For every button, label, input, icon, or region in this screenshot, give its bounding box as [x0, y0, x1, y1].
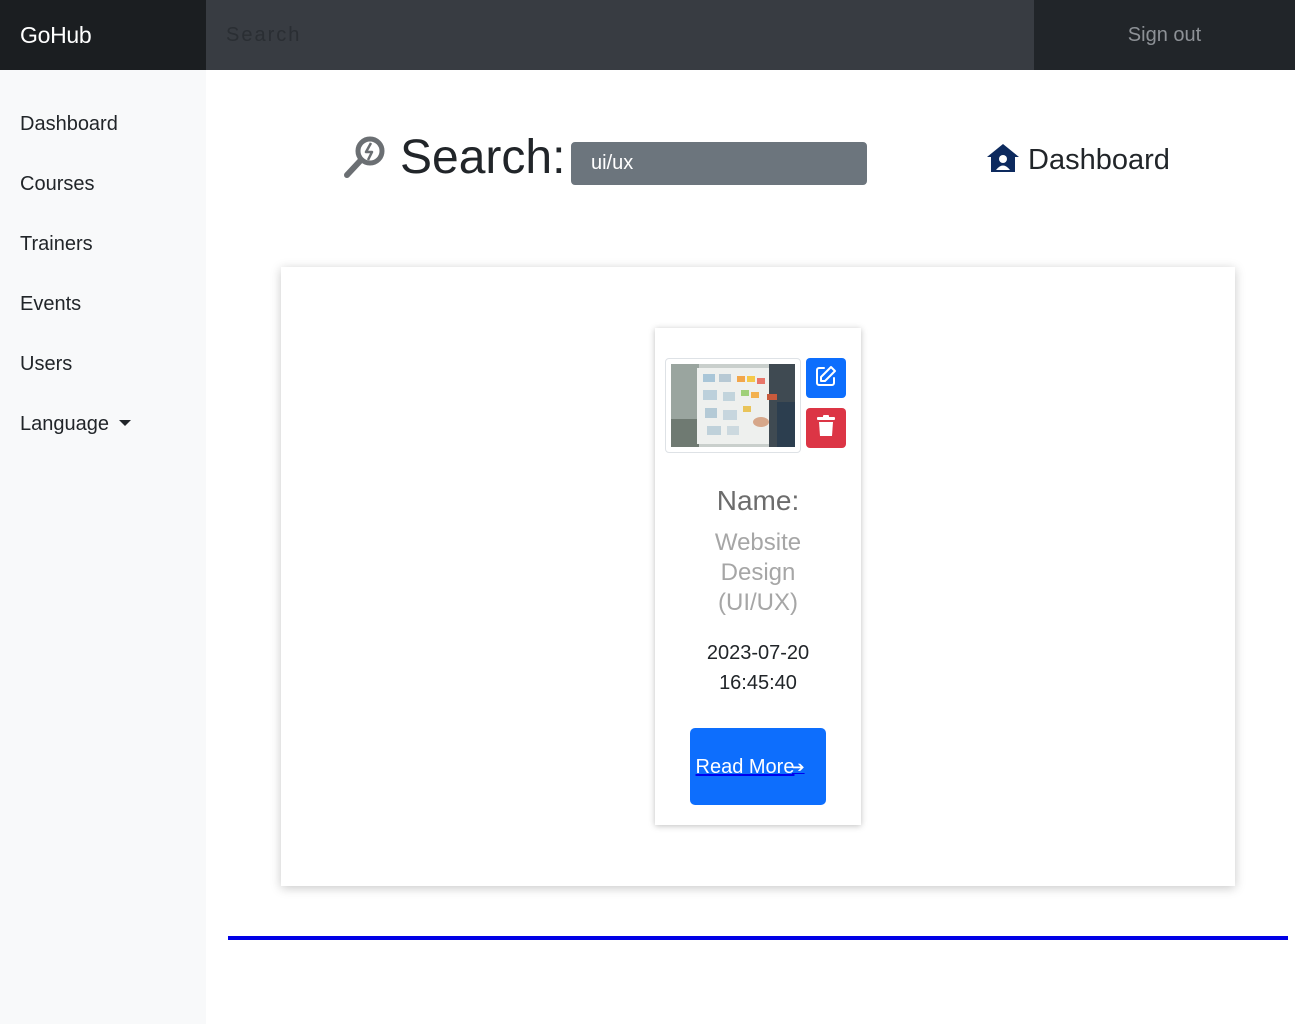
sidebar-item-dashboard[interactable]: Dashboard — [20, 113, 118, 136]
search-magnifier-icon — [342, 134, 388, 180]
arrow-right-icon: ➔ — [792, 758, 805, 776]
name-label: Name: — [716, 485, 800, 516]
section-divider — [228, 936, 1288, 940]
top-navbar: GoHub Sign out — [0, 0, 1295, 70]
read-more-button[interactable]: Read More ➔ — [690, 728, 826, 805]
course-name: Website Design (UI/UX) — [714, 529, 802, 616]
dashboard-link-label: Dashboard — [1028, 143, 1170, 176]
sign-out-link[interactable]: Sign out — [1034, 0, 1295, 70]
caret-down-icon — [118, 419, 131, 426]
course-thumbnail — [665, 358, 801, 453]
search-query-input[interactable] — [571, 142, 867, 185]
sidebar: Dashboard Courses Trainers Events Users … — [0, 70, 206, 1024]
top-search-input[interactable] — [206, 0, 1034, 70]
search-title: Search: — [400, 131, 566, 184]
course-date: 2023-07-20 16:45:40 — [706, 642, 810, 694]
read-more-label: Read More — [695, 755, 795, 778]
delete-button[interactable] — [806, 408, 846, 448]
sidebar-item-trainers[interactable]: Trainers — [20, 233, 93, 256]
dashboard-link[interactable]: Dashboard — [986, 140, 1170, 180]
brand-logo[interactable]: GoHub — [0, 0, 206, 70]
language-dropdown-label: Language — [20, 413, 109, 435]
course-card: Name: Website Design (UI/UX) 2023-07-20 … — [655, 328, 861, 825]
sidebar-item-events[interactable]: Events — [20, 293, 81, 316]
trash-icon — [817, 414, 835, 442]
edit-button[interactable] — [806, 358, 846, 398]
sidebar-item-users[interactable]: Users — [20, 353, 72, 376]
sidebar-item-courses[interactable]: Courses — [20, 173, 94, 196]
language-dropdown[interactable]: Language — [20, 413, 131, 436]
edit-pencil-icon — [815, 365, 837, 392]
house-user-icon — [986, 143, 1020, 178]
